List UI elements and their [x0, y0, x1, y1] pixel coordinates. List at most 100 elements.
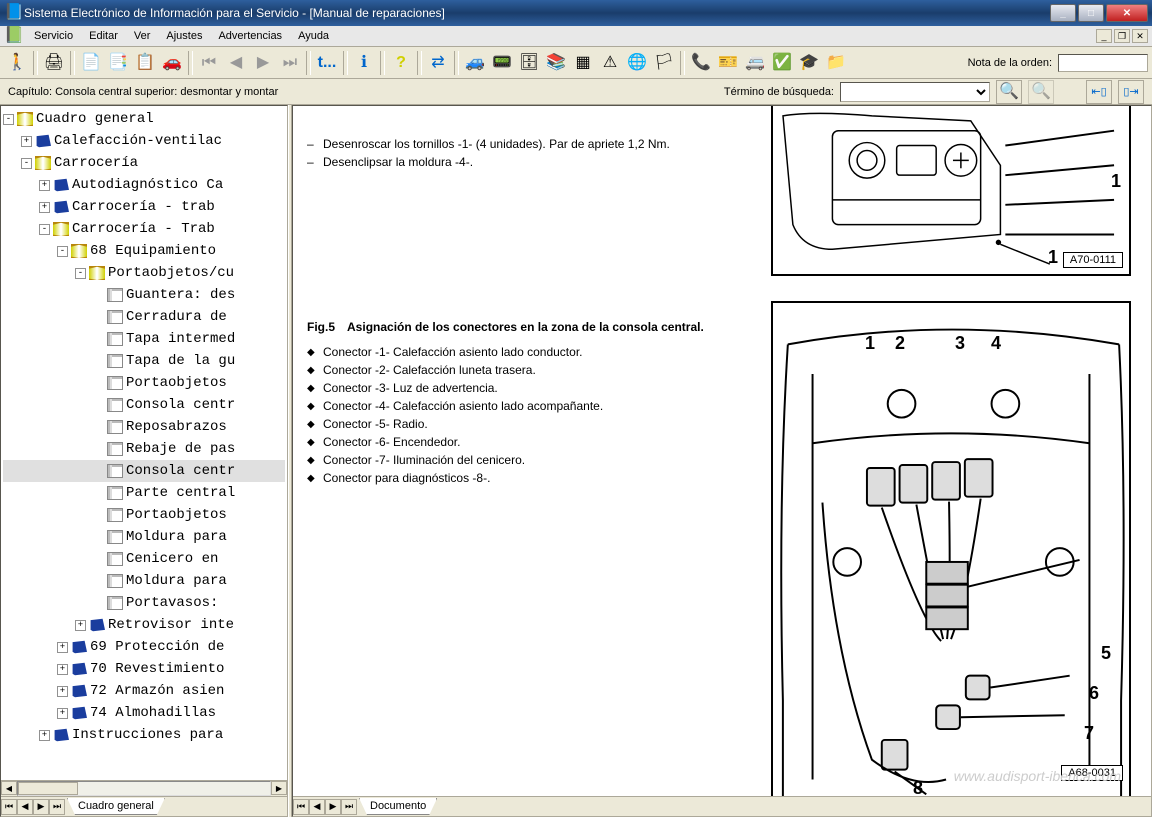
- collapse-icon[interactable]: -: [57, 246, 68, 257]
- collapse-icon[interactable]: -: [39, 224, 50, 235]
- tab-cuadro-general[interactable]: Cuadro general: [67, 798, 165, 815]
- tree-row[interactable]: Reposabrazos: [3, 416, 285, 438]
- tree-row[interactable]: +Instrucciones para: [3, 724, 285, 746]
- tree-row[interactable]: Rebaje de pas: [3, 438, 285, 460]
- menu-servicio[interactable]: Servicio: [26, 28, 81, 44]
- tool-help-button[interactable]: ?: [388, 50, 414, 76]
- tool-last-button[interactable]: ⏭: [277, 50, 303, 76]
- order-note-input[interactable]: [1058, 54, 1148, 72]
- tree-row[interactable]: +74 Almohadillas: [3, 702, 285, 724]
- tool-car2-button[interactable]: 🚙: [462, 50, 488, 76]
- tree-row[interactable]: -Carrocería: [3, 152, 285, 174]
- scroll-track[interactable]: [17, 781, 271, 796]
- close-button[interactable]: ✕: [1106, 4, 1148, 22]
- tree-row[interactable]: Cenicero en: [3, 548, 285, 570]
- expand-icon[interactable]: +: [39, 180, 50, 191]
- tool-vehicle-button[interactable]: 🚗: [159, 50, 185, 76]
- tree-row[interactable]: Tapa de la gu: [3, 350, 285, 372]
- tool-dash-button[interactable]: 📟: [489, 50, 515, 76]
- expand-icon[interactable]: +: [57, 642, 68, 653]
- collapse-icon[interactable]: -: [75, 268, 86, 279]
- tree-row[interactable]: +Carrocería - trab: [3, 196, 285, 218]
- tree-row[interactable]: +Calefacción-ventilac: [3, 130, 285, 152]
- menu-ayuda[interactable]: Ayuda: [290, 28, 337, 44]
- mdi-close-button[interactable]: ✕: [1132, 29, 1148, 43]
- tool-van-button[interactable]: 🚐: [742, 50, 768, 76]
- tree-row[interactable]: Moldura para: [3, 570, 285, 592]
- collapse-icon[interactable]: -: [21, 158, 32, 169]
- maximize-button[interactable]: □: [1078, 4, 1104, 22]
- tool-notes-button[interactable]: 📋: [132, 50, 158, 76]
- tool-globe-button[interactable]: 🌐: [624, 50, 650, 76]
- tool-info-button[interactable]: ℹ: [351, 50, 377, 76]
- tree-row[interactable]: Consola centr: [3, 394, 285, 416]
- tab-first-button[interactable]: ⏮: [293, 799, 309, 815]
- expand-icon[interactable]: +: [57, 686, 68, 697]
- tool-db-button[interactable]: 🗄: [516, 50, 542, 76]
- tool-phone-button[interactable]: 📞: [688, 50, 714, 76]
- search-next-button[interactable]: 🔍: [1028, 80, 1054, 104]
- indent-right-button[interactable]: ▯⇥: [1118, 80, 1144, 104]
- tab-next-button[interactable]: ▶: [33, 799, 49, 815]
- tab-next-button[interactable]: ▶: [325, 799, 341, 815]
- menu-advertencias[interactable]: Advertencias: [210, 28, 290, 44]
- tool-books-button[interactable]: 📚: [543, 50, 569, 76]
- tree-row[interactable]: -Carrocería - Trab: [3, 218, 285, 240]
- tree-row[interactable]: -Cuadro general: [3, 108, 285, 130]
- tab-documento[interactable]: Documento: [359, 798, 437, 815]
- tree-row[interactable]: Parte central: [3, 482, 285, 504]
- tree-row[interactable]: +Autodiagnóstico Ca: [3, 174, 285, 196]
- tool-cap-button[interactable]: 🎓: [796, 50, 822, 76]
- mdi-minimize-button[interactable]: _: [1096, 29, 1112, 43]
- search-term-select[interactable]: [840, 82, 990, 102]
- tree-row[interactable]: Consola centr: [3, 460, 285, 482]
- tool-sync-button[interactable]: ⇄: [425, 50, 451, 76]
- tab-first-button[interactable]: ⏮: [1, 799, 17, 815]
- tool-warn-button[interactable]: ⚠: [597, 50, 623, 76]
- expand-icon[interactable]: +: [75, 620, 86, 631]
- expand-icon[interactable]: +: [21, 136, 32, 147]
- tab-prev-button[interactable]: ◀: [17, 799, 33, 815]
- tool-prev-button[interactable]: ◀: [223, 50, 249, 76]
- tool-print-button[interactable]: 🖨: [41, 50, 67, 76]
- tool-ticket-button[interactable]: 🎫: [715, 50, 741, 76]
- tool-flag-button[interactable]: 🏳: [651, 50, 677, 76]
- tree-row[interactable]: Cerradura de: [3, 306, 285, 328]
- tool-exit-button[interactable]: 🚶: [4, 50, 30, 76]
- tree-row[interactable]: Portaobjetos: [3, 504, 285, 526]
- tool-grid-button[interactable]: ▦: [570, 50, 596, 76]
- menu-ajustes[interactable]: Ajustes: [158, 28, 210, 44]
- expand-icon[interactable]: +: [57, 708, 68, 719]
- tool-tree-button[interactable]: t...: [314, 50, 340, 76]
- tree-row[interactable]: Guantera: des: [3, 284, 285, 306]
- tool-check-button[interactable]: ✅: [769, 50, 795, 76]
- scroll-thumb[interactable]: [18, 782, 78, 795]
- tree-row[interactable]: +70 Revestimiento: [3, 658, 285, 680]
- tool-first-button[interactable]: ⏮: [196, 50, 222, 76]
- menu-ver[interactable]: Ver: [126, 28, 159, 44]
- tree-view[interactable]: -Cuadro general+Calefacción-ventilac-Car…: [1, 106, 287, 780]
- tree-row[interactable]: Portavasos:: [3, 592, 285, 614]
- expand-icon[interactable]: +: [57, 664, 68, 675]
- tool-newdoc-button[interactable]: 📄: [78, 50, 104, 76]
- search-button[interactable]: 🔍: [996, 80, 1022, 104]
- tree-row[interactable]: +72 Armazón asien: [3, 680, 285, 702]
- collapse-icon[interactable]: -: [3, 114, 14, 125]
- tree-row[interactable]: +69 Protección de: [3, 636, 285, 658]
- minimize-button[interactable]: _: [1050, 4, 1076, 22]
- tree-hscrollbar[interactable]: ◀ ▶: [1, 780, 287, 796]
- tree-row[interactable]: +Retrovisor inte: [3, 614, 285, 636]
- mdi-restore-button[interactable]: ❐: [1114, 29, 1130, 43]
- tab-prev-button[interactable]: ◀: [309, 799, 325, 815]
- tree-row[interactable]: Portaobjetos: [3, 372, 285, 394]
- tab-last-button[interactable]: ⏭: [341, 799, 357, 815]
- tree-row[interactable]: Moldura para: [3, 526, 285, 548]
- tool-copy-button[interactable]: 📑: [105, 50, 131, 76]
- tree-row[interactable]: Tapa intermed: [3, 328, 285, 350]
- tab-last-button[interactable]: ⏭: [49, 799, 65, 815]
- expand-icon[interactable]: +: [39, 730, 50, 741]
- tool-folder-button[interactable]: 📁: [823, 50, 849, 76]
- expand-icon[interactable]: +: [39, 202, 50, 213]
- tree-row[interactable]: -Portaobjetos/cu: [3, 262, 285, 284]
- tree-row[interactable]: -68 Equipamiento: [3, 240, 285, 262]
